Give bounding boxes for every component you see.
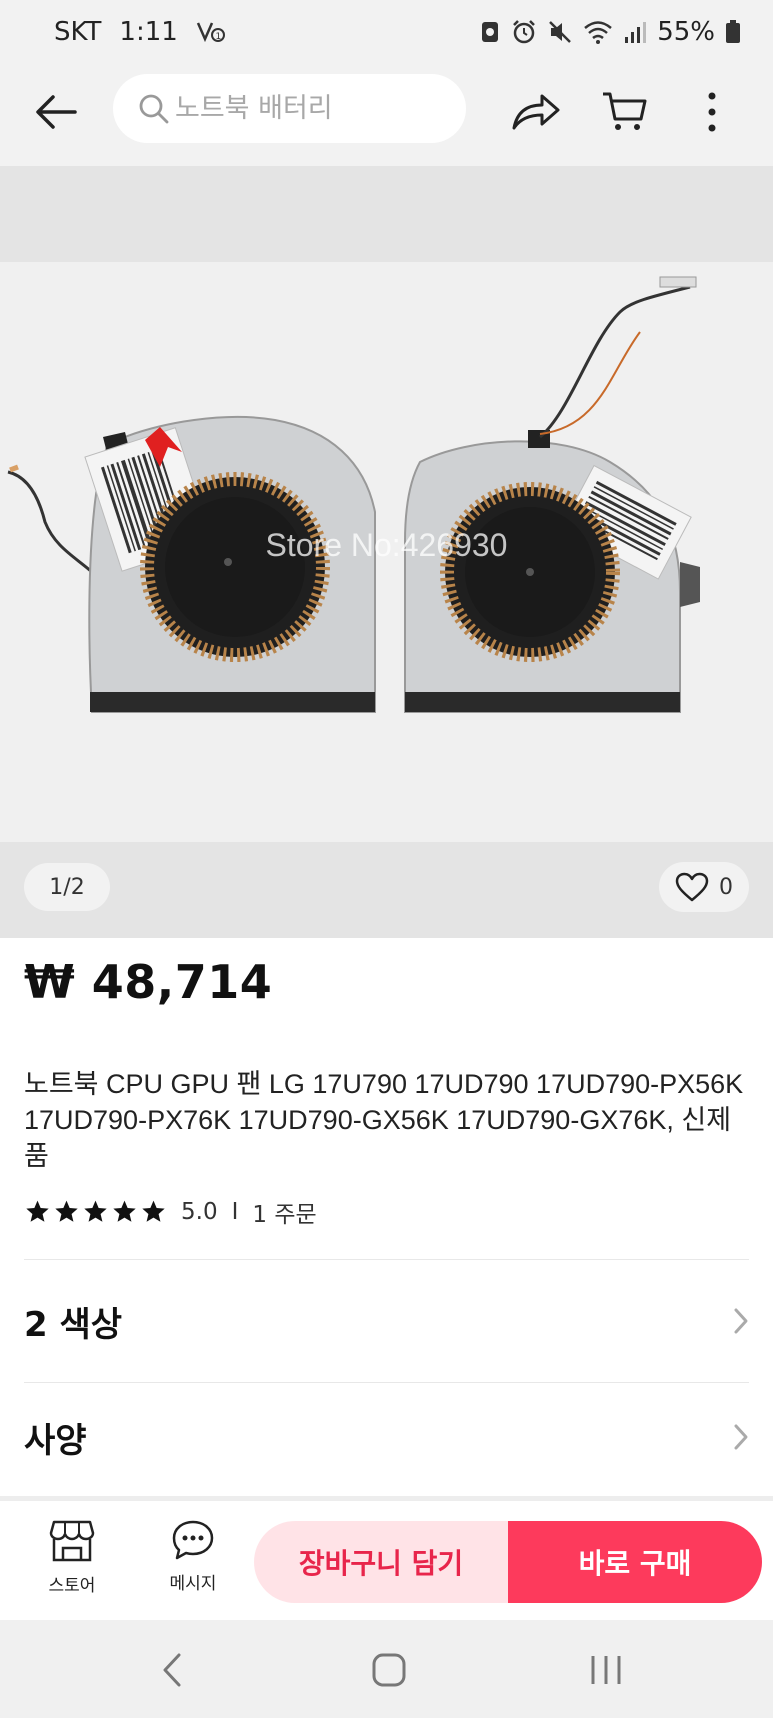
carrier-label: SKT (54, 17, 102, 47)
svg-text:1: 1 (215, 32, 221, 42)
wishlist-button[interactable]: 0 (659, 862, 749, 912)
search-icon (139, 94, 169, 123)
star-icon (26, 1200, 49, 1222)
message-button[interactable]: 메시지 (143, 1519, 243, 1594)
product-price: ₩ 48,714 (24, 955, 273, 1009)
share-button[interactable] (504, 82, 568, 142)
gallery-bottom-band: 1/2 0 (0, 842, 773, 938)
search-bar[interactable] (113, 74, 466, 143)
spec-row[interactable]: 사양 (0, 1382, 773, 1492)
rating-separator: I (231, 1199, 239, 1225)
store-icon (49, 1520, 95, 1562)
back-button[interactable] (26, 82, 86, 142)
chevron-left-icon (163, 1653, 181, 1687)
bottom-action-bar: 스토어 메시지 장바구니 담기 바로 구매 (0, 1496, 773, 1620)
message-label: 메시지 (169, 1574, 217, 1594)
image-page-indicator: 1/2 (24, 863, 110, 911)
star-icon (55, 1200, 78, 1222)
more-vertical-icon (708, 92, 716, 132)
signal-icon (625, 22, 647, 43)
star-icon (113, 1200, 136, 1222)
product-title: 노트북 CPU GPU 팬 LG 17U790 17UD790 17UD790-… (24, 1069, 744, 1171)
spec-label: 사양 (24, 1420, 87, 1461)
mute-icon (549, 21, 572, 43)
gallery-top-band (0, 166, 773, 262)
buy-now-button[interactable]: 바로 구매 (508, 1521, 762, 1603)
star-icon (142, 1200, 165, 1222)
divider (24, 1259, 749, 1260)
wifi-icon (584, 21, 613, 44)
battery-icon (726, 20, 740, 43)
store-button[interactable]: 스토어 (22, 1519, 122, 1596)
arrow-left-icon (36, 95, 77, 129)
add-to-cart-button[interactable]: 장바구니 담기 (254, 1521, 508, 1603)
cart-icon (603, 92, 647, 130)
rating-stars (24, 1199, 167, 1225)
chat-bubble-icon (172, 1520, 214, 1560)
chevron-right-icon (734, 1424, 748, 1450)
system-home-button[interactable] (359, 1646, 419, 1694)
chevron-right-icon (734, 1308, 748, 1334)
heart-icon (675, 872, 709, 902)
product-image[interactable]: Store No:426930 (0, 262, 773, 842)
clock: 1:11 (119, 17, 178, 47)
star-icon (84, 1200, 107, 1222)
system-recents-button[interactable] (576, 1646, 636, 1694)
battery-percent: 55% (657, 17, 715, 47)
volte-icon: 1 (196, 22, 225, 43)
rating-row[interactable]: 5.0 I 1 주문 (24, 1195, 317, 1229)
store-label: 스토어 (48, 1576, 96, 1596)
top-app-bar (0, 64, 773, 166)
rating-value: 5.0 (181, 1199, 218, 1225)
order-count: 1 주문 (252, 1202, 317, 1228)
home-square-icon (372, 1653, 406, 1687)
color-options-row[interactable]: 2 색상 (0, 1266, 773, 1376)
more-options-button[interactable] (682, 82, 742, 142)
search-input[interactable] (175, 93, 455, 124)
notification-icon (482, 22, 499, 42)
system-navigation-bar (0, 1620, 773, 1718)
alarm-icon (513, 20, 536, 44)
status-bar: SKT 1:11 1 55% (0, 0, 773, 64)
cart-button[interactable] (592, 82, 656, 142)
like-count: 0 (719, 874, 733, 900)
system-back-button[interactable] (142, 1646, 202, 1694)
recent-apps-icon (591, 1656, 621, 1684)
color-options-label: 2 색상 (24, 1304, 123, 1345)
share-icon (512, 94, 560, 130)
image-watermark: Store No:426930 (265, 527, 508, 563)
